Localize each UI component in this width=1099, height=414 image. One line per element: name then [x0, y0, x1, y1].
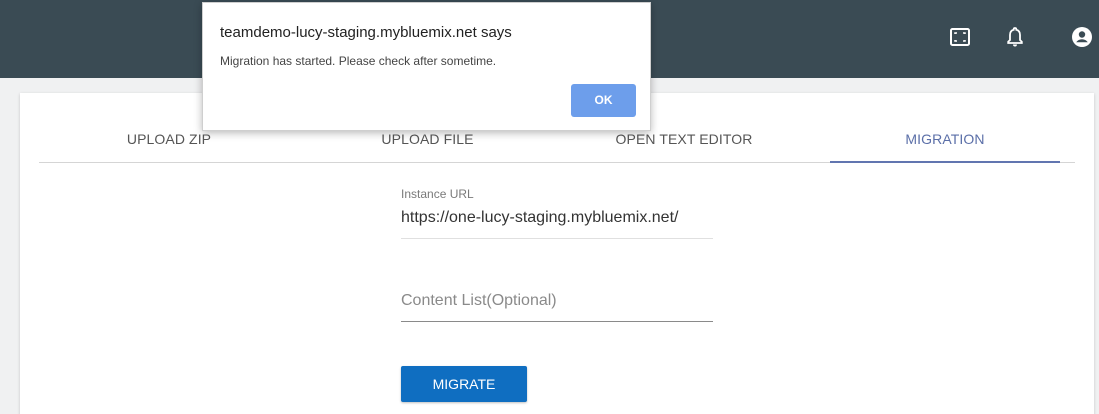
tab-migration[interactable]: MIGRATION [830, 123, 1060, 163]
fullscreen-icon[interactable] [948, 25, 972, 49]
instance-url-label: Instance URL [401, 187, 474, 201]
alert-dialog: teamdemo-lucy-staging.mybluemix.net says… [202, 2, 651, 131]
ok-button[interactable]: OK [571, 84, 636, 117]
notification-bell-icon[interactable] [1003, 25, 1027, 49]
content-list-input[interactable]: Content List(Optional) [401, 290, 713, 322]
migrate-button[interactable]: MIGRATE [401, 366, 527, 402]
dialog-message: Migration has started. Please check afte… [220, 54, 497, 68]
instance-url-input[interactable]: https://one-lucy-staging.mybluemix.net/ [401, 207, 713, 239]
dialog-title: teamdemo-lucy-staging.mybluemix.net says [220, 24, 512, 41]
main-card: UPLOAD ZIP UPLOAD FILE OPEN TEXT EDITOR … [20, 93, 1094, 414]
account-icon[interactable] [1070, 25, 1094, 49]
